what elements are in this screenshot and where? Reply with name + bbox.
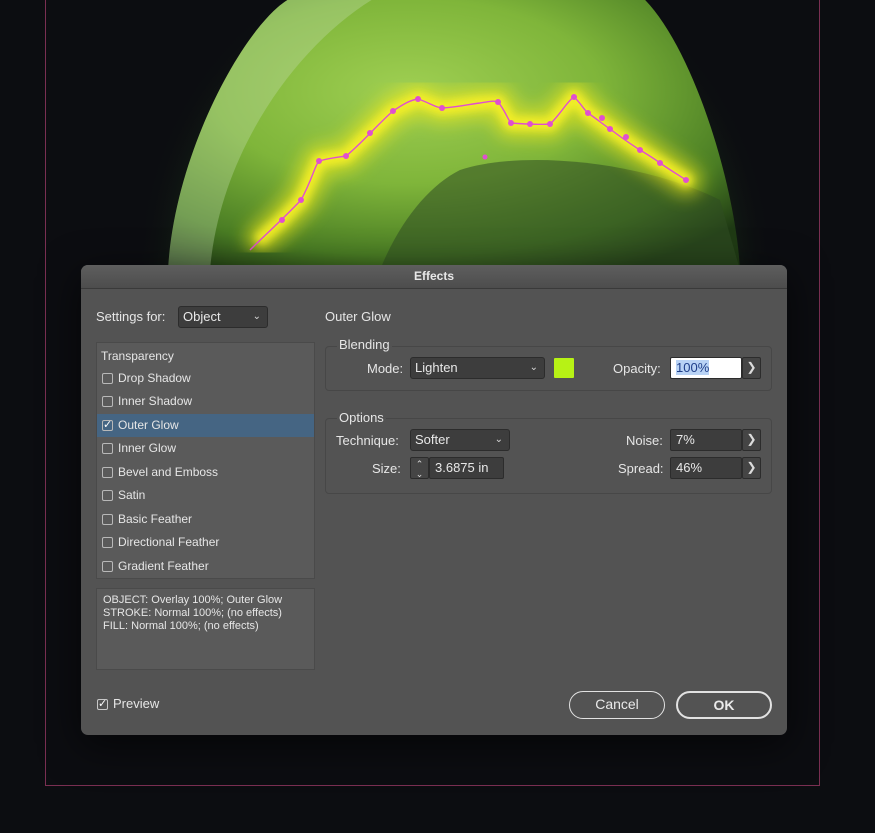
noise-label: Noise:	[626, 433, 663, 448]
size-label: Size:	[372, 461, 401, 476]
effect-item-label: Basic Feather	[118, 512, 193, 526]
effect-item-label: Satin	[118, 488, 146, 502]
effect-checkbox[interactable]	[102, 561, 113, 572]
effect-item-bevel-and-emboss[interactable]: Bevel and Emboss	[97, 461, 314, 484]
cancel-button[interactable]: Cancel	[569, 691, 665, 719]
stepper-icon: ⌃ ⌄	[415, 459, 424, 479]
preview-label: Preview	[113, 696, 160, 711]
chevron-down-icon: ⌄	[494, 434, 503, 445]
size-input[interactable]: 3.6875 in	[429, 457, 504, 479]
effect-item-label: Drop Shadow	[118, 371, 191, 385]
preview-checkbox[interactable]	[97, 697, 108, 711]
noise-input[interactable]: 7%	[670, 429, 742, 451]
effects-summary: OBJECT: Overlay 100%; Outer Glow STROKE:…	[96, 588, 315, 670]
effect-item-label: Outer Glow	[118, 418, 179, 432]
effect-item-label: Gradient Feather	[118, 559, 209, 573]
effect-item-inner-glow[interactable]: Inner Glow	[97, 437, 314, 460]
mode-dropdown[interactable]: Lighten ⌄	[410, 357, 545, 379]
effect-checkbox[interactable]	[102, 443, 113, 454]
size-stepper[interactable]: ⌃ ⌄	[410, 457, 429, 479]
chevron-down-icon: ⌄	[529, 362, 538, 373]
summary-line-stroke: STROKE: Normal 100%; (no effects)	[103, 607, 282, 619]
opacity-label: Opacity:	[613, 361, 661, 376]
chevron-right-icon: ❯	[746, 360, 757, 374]
effect-checkbox[interactable]	[102, 467, 113, 478]
noise-flyout-button[interactable]: ❯	[742, 429, 761, 451]
glow-color-swatch[interactable]	[554, 358, 574, 378]
opacity-flyout-button[interactable]: ❯	[742, 357, 761, 379]
effect-item-outer-glow[interactable]: Outer Glow	[97, 414, 314, 437]
chevron-right-icon: ❯	[746, 432, 757, 446]
summary-line-object: OBJECT: Overlay 100%; Outer Glow	[103, 594, 283, 606]
document-canvas: Effects Settings for: Object ⌄ Transpare…	[0, 0, 875, 833]
effect-checkbox[interactable]	[102, 490, 113, 501]
effect-checkbox[interactable]	[102, 373, 113, 384]
effect-item-label: Inner Shadow	[118, 394, 193, 408]
ok-button[interactable]: OK	[676, 691, 772, 719]
spread-flyout-button[interactable]: ❯	[742, 457, 761, 479]
effects-list-header: Transparency	[101, 349, 174, 363]
effect-checkbox[interactable]	[102, 537, 113, 548]
opacity-input[interactable]: 100%	[670, 357, 742, 379]
effect-checkbox[interactable]	[102, 514, 113, 525]
opacity-value: 100%	[676, 360, 710, 375]
settings-for-value: Object	[183, 309, 221, 324]
summary-line-fill: FILL: Normal 100%; (no effects)	[103, 620, 259, 632]
chevron-down-icon: ⌄	[252, 311, 261, 322]
spread-input[interactable]: 46%	[670, 457, 742, 479]
settings-for-dropdown[interactable]: Object ⌄	[178, 306, 268, 328]
technique-dropdown[interactable]: Softer ⌄	[410, 429, 510, 451]
effect-checkbox[interactable]	[102, 396, 113, 407]
effect-item-drop-shadow[interactable]: Drop Shadow	[97, 367, 314, 390]
size-value: 3.6875 in	[435, 460, 489, 475]
mode-label: Mode:	[367, 361, 404, 376]
chevron-right-icon: ❯	[746, 460, 757, 474]
spread-label: Spread:	[618, 461, 664, 476]
panel-title: Outer Glow	[325, 309, 391, 324]
options-title: Options	[337, 410, 386, 425]
technique-label: Technique:	[336, 433, 399, 448]
effects-list: Transparency Drop Shadow Inner Shadow Ou…	[96, 342, 315, 579]
mode-value: Lighten	[415, 360, 458, 375]
settings-for-label: Settings for:	[96, 309, 166, 324]
effect-item-inner-shadow[interactable]: Inner Shadow	[97, 390, 314, 413]
effect-item-label: Inner Glow	[118, 441, 177, 455]
effect-item-label: Directional Feather	[118, 535, 220, 549]
effect-item-basic-feather[interactable]: Basic Feather	[97, 508, 314, 531]
noise-value: 7%	[676, 432, 695, 447]
technique-value: Softer	[415, 432, 450, 447]
blending-title: Blending	[337, 337, 392, 352]
spread-value: 46%	[676, 460, 703, 475]
dialog-title: Effects	[81, 265, 787, 289]
preview-toggle[interactable]: Preview	[97, 696, 159, 711]
effects-dialog: Effects Settings for: Object ⌄ Transpare…	[81, 265, 787, 735]
effect-checkbox[interactable]	[102, 418, 113, 432]
effect-item-gradient-feather[interactable]: Gradient Feather	[97, 555, 314, 578]
effect-item-directional-feather[interactable]: Directional Feather	[97, 531, 314, 554]
effect-item-satin[interactable]: Satin	[97, 484, 314, 507]
effect-item-label: Bevel and Emboss	[118, 465, 219, 479]
